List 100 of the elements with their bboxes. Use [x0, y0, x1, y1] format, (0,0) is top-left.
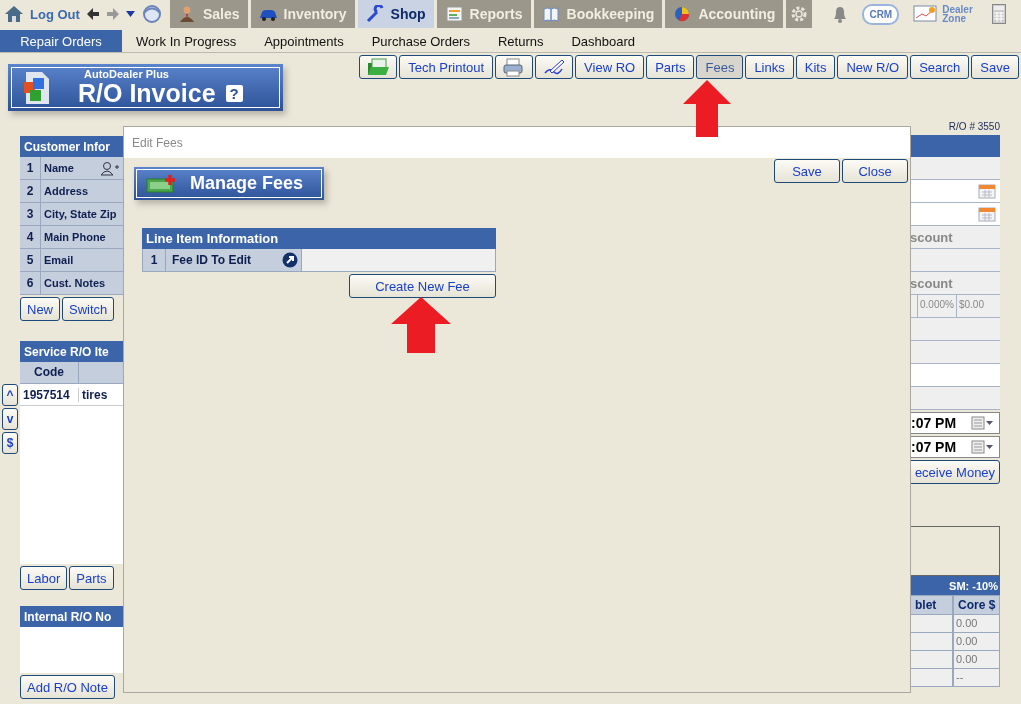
subnav-tab[interactable]: Appointments	[250, 30, 358, 52]
section-header: Internal R/O No	[20, 606, 123, 627]
field-label: Main Phone	[44, 231, 106, 243]
ro-number: R/O # 3550	[947, 120, 1000, 134]
section-header: Customer Infor	[20, 136, 123, 157]
dialog-button[interactable]: Save	[774, 159, 840, 183]
table-cell	[910, 615, 953, 633]
action-button[interactable]: Labor	[20, 566, 68, 590]
section-header: SM: -10%	[910, 576, 1000, 595]
page-title: R/O Invoice	[78, 80, 216, 106]
table-cell: 0.00	[953, 651, 1000, 669]
create-fee-button[interactable]: Create New Fee	[349, 274, 496, 298]
section-header: Line Item Information	[142, 228, 496, 249]
date-field[interactable]	[910, 180, 1000, 203]
row-number: 5	[20, 249, 41, 271]
field-label: Address	[44, 185, 89, 197]
manage-fees-banner: Manage Fees	[134, 167, 324, 200]
field-label: scount	[910, 275, 953, 291]
toolbar-button[interactable]: Search	[910, 55, 970, 79]
toolbar-button[interactable]: Fees	[696, 55, 744, 79]
side-button[interactable]: v	[2, 408, 18, 430]
column-header: Code	[20, 362, 79, 383]
section-header: Service R/O Ite	[20, 341, 123, 362]
column-header: blet	[910, 595, 953, 615]
toolbar-button[interactable]: View RO	[575, 55, 645, 79]
wrench-icon	[365, 4, 385, 24]
folder-icon	[366, 57, 391, 77]
bell-icon[interactable]	[832, 5, 849, 23]
subnav-tab[interactable]: Purchase Orders	[357, 30, 484, 52]
pointer-arrow	[683, 80, 731, 137]
row-number: 6	[20, 272, 41, 294]
subnav-tab[interactable]: Work In Progress	[122, 30, 251, 52]
pointer-arrow	[391, 297, 451, 353]
dropdown-caret-icon[interactable]	[125, 10, 135, 18]
dialog-button[interactable]: Close	[842, 159, 908, 183]
calendar-icon[interactable]	[978, 183, 996, 199]
table-cell: $0.00	[955, 295, 986, 317]
logout-link[interactable]: Log Out	[30, 6, 80, 22]
table-cell	[910, 633, 953, 651]
table-cell: 0.000%	[917, 295, 956, 317]
calendar-icon[interactable]	[978, 206, 996, 222]
side-button[interactable]: $	[2, 432, 18, 454]
time-field[interactable]: :07 PM	[910, 412, 1000, 434]
document-icon	[22, 69, 52, 106]
settings-icon[interactable]	[790, 5, 809, 23]
input-field[interactable]	[910, 364, 1000, 387]
person-icon	[178, 4, 197, 24]
add-person-icon[interactable]	[100, 160, 120, 176]
field-label: City, State Zip	[44, 208, 117, 220]
action-button[interactable]: Add R/O Note	[20, 675, 115, 699]
forward-arrow-icon[interactable]	[105, 7, 120, 21]
table-cell: 0.00	[953, 633, 1000, 651]
toolbar-button[interactable]: Links	[745, 55, 794, 79]
printer-button[interactable]	[495, 55, 534, 79]
help-button[interactable]: ?	[225, 84, 243, 102]
crm-button[interactable]: CRM	[862, 3, 900, 25]
subnav-tab[interactable]: Repair Orders	[0, 30, 122, 52]
field-label: Cust. Notes	[44, 277, 106, 289]
row-number: 2	[20, 180, 41, 202]
date-field[interactable]	[910, 203, 1000, 226]
chart-icon[interactable]	[913, 5, 938, 23]
calendar-dropdown-icon[interactable]	[971, 440, 995, 454]
toolbar-button[interactable]: Kits	[795, 55, 836, 79]
back-arrow-icon[interactable]	[85, 7, 100, 21]
nav-tab[interactable]: Shop	[357, 0, 434, 28]
row-number: 4	[20, 226, 41, 248]
action-button[interactable]: New	[20, 297, 60, 321]
field-label: Name	[44, 162, 74, 174]
column-header: Core $	[953, 595, 1000, 615]
subnav-tab[interactable]: Dashboard	[557, 30, 650, 52]
report-icon	[444, 4, 464, 24]
pen-icon	[542, 57, 567, 77]
field-label: Email	[44, 254, 74, 266]
side-button[interactable]: ^	[2, 384, 18, 406]
action-button[interactable]: Parts	[69, 566, 114, 590]
table-cell	[910, 651, 953, 669]
table-cell	[910, 669, 953, 687]
pen-button[interactable]	[535, 55, 574, 79]
calendar-dropdown-icon[interactable]	[971, 416, 995, 430]
toolbar-button[interactable]: New R/O	[837, 55, 909, 79]
table-cell: --	[953, 669, 1000, 687]
folder-button[interactable]	[359, 55, 398, 79]
row-number: 3	[20, 203, 41, 225]
support-icon[interactable]	[140, 4, 163, 24]
book-icon	[541, 4, 561, 24]
receive-money-button[interactable]: eceive Money	[910, 460, 1000, 484]
table-cell: 0.00	[953, 615, 1000, 633]
toolbar-button[interactable]: Save	[971, 55, 1019, 79]
time-field[interactable]: :07 PM	[910, 436, 1000, 458]
home-icon[interactable]	[4, 5, 24, 23]
table-cell-text: tires	[81, 387, 109, 402]
table-cell: 1957514	[20, 387, 79, 402]
calculator-icon[interactable]	[992, 4, 1007, 24]
action-button[interactable]: Switch	[62, 297, 115, 321]
dialog-title: Edit Fees	[132, 135, 183, 150]
toolbar-button[interactable]: Parts	[646, 55, 695, 79]
toolbar-button[interactable]: Tech Printout	[399, 55, 494, 79]
row-number: 1	[20, 157, 41, 179]
subnav-tab[interactable]: Returns	[483, 30, 558, 52]
money-icon	[146, 173, 178, 194]
